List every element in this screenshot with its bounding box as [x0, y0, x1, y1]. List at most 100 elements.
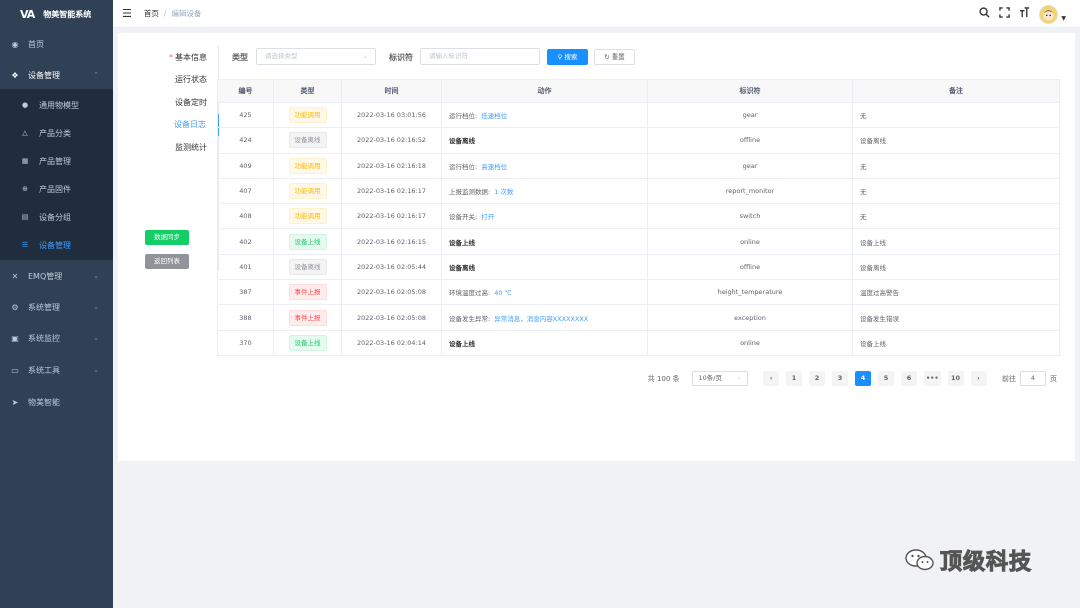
send-icon: ➤ — [11, 397, 19, 407]
breadcrumb-separator: / — [163, 9, 167, 18]
table-row: 407 功能调用 2022-03-16 02:16:17 上报监测数据: 1 次数 rep… — [217, 177, 1060, 205]
page-button[interactable]: 4 — [855, 371, 872, 386]
tab-monitor-stats[interactable]: 监测统计 — [141, 137, 218, 159]
required-mark: * — [169, 53, 173, 62]
identifier-input-placeholder: 请输入标识符 — [429, 52, 468, 60]
menu-item-wumei[interactable]: ➤ 物美智能 — [0, 387, 113, 417]
main-card: * 基本信息 运行状态 设备定时 设备日志 监测统计 数据同步 返回列表 类型 请… — [118, 33, 1075, 461]
page-button[interactable]: 10 — [947, 371, 964, 386]
menu-label: 设备管理 — [28, 70, 60, 80]
back-to-list-button[interactable]: 返回列表 — [145, 254, 189, 269]
cell-time: 2022-03-16 02:16:52 — [341, 127, 442, 154]
page-number-list: 1 2 3 4 5 6 ••• 10 — [783, 371, 967, 386]
cell-time: 2022-03-16 02:05:08 — [341, 304, 442, 331]
tab-running-status[interactable]: 运行状态 — [141, 69, 218, 91]
avatar[interactable] — [1039, 4, 1059, 24]
cross-icon: ✕ — [11, 271, 19, 281]
next-page-button[interactable]: › — [970, 371, 987, 386]
chevron-down-icon: ⌄ — [93, 366, 99, 374]
navbar-actions: ▼ — [979, 0, 1066, 28]
hamburger-icon[interactable]: ☰ — [122, 7, 132, 20]
submenu-item-thing-model[interactable]: ● 通用物模型 — [0, 91, 113, 119]
submenu-label: 产品分类 — [39, 128, 71, 138]
pagination: 共 100 条 10条/页 ⌄ ‹ 1 2 3 4 5 6 ••• 10 › 前往 4 页 — [648, 371, 1057, 386]
menu-item-system-monitor[interactable]: ▣ 系统监控 ⌄ — [0, 323, 113, 353]
logo[interactable]: VA 物美智能系统 — [0, 0, 113, 28]
submenu-item-product-firmware[interactable]: ⊕ 产品固件 — [0, 175, 113, 203]
tab-label: 基本信息 — [175, 53, 207, 62]
menu-item-home[interactable]: ◉ 首页 — [0, 29, 113, 59]
page-size-select[interactable]: 10条/页 ⌄ — [691, 371, 748, 386]
cell-id: 407 — [217, 177, 274, 205]
cell-id: 388 — [217, 304, 274, 331]
caret-down-icon[interactable]: ▼ — [1061, 15, 1066, 22]
chevron-down-icon: ⌄ — [93, 303, 99, 311]
cell-id: 402 — [217, 228, 274, 255]
action-value: 高速档位 — [481, 162, 508, 171]
cell-id: 409 — [217, 152, 274, 179]
cell-remark: 设备离线 — [852, 127, 1060, 154]
dashboard-icon: ◉ — [11, 39, 19, 49]
fullscreen-icon[interactable] — [999, 7, 1011, 21]
cell-action: 运行档位: 高速档位 — [441, 152, 648, 179]
reset-button[interactable]: ↻ 重置 — [594, 49, 635, 65]
submenu-item-device-list[interactable]: ☰ 设备管理 — [0, 231, 113, 259]
page-button[interactable]: ••• — [924, 371, 941, 386]
type-tag: 设备离线 — [288, 258, 327, 275]
action-text: 运行档位: — [449, 112, 478, 121]
menu-item-emq[interactable]: ✕ EMQ管理 ⌄ — [0, 261, 113, 291]
submenu-item-device-group[interactable]: ▤ 设备分组 — [0, 203, 113, 231]
identifier-input[interactable]: 请输入标识符 — [420, 48, 540, 65]
cell-id: 401 — [217, 253, 274, 281]
breadcrumb-home[interactable]: 首页 — [144, 8, 159, 19]
page-button[interactable]: 2 — [809, 371, 826, 386]
reset-button-label: 重置 — [611, 53, 625, 61]
pagination-total: 共 100 条 — [647, 374, 680, 383]
type-select-placeholder: 请选择类型 — [265, 52, 298, 60]
menu-item-device-management[interactable]: ❖ 设备管理 ⌃ — [0, 60, 113, 90]
search-icon[interactable] — [979, 7, 990, 21]
prev-page-button[interactable]: ‹ — [763, 371, 780, 386]
cell-action: 环境温度过高: 40 ℃ — [441, 279, 648, 306]
chevron-up-icon: ⌃ — [93, 71, 99, 79]
font-size-icon[interactable] — [1019, 7, 1030, 21]
breadcrumb-current: 编辑设备 — [171, 9, 202, 18]
page-button[interactable]: 3 — [832, 371, 849, 386]
data-sync-button[interactable]: 数据同步 — [145, 230, 189, 245]
cell-identifier: gear — [647, 101, 853, 129]
table-row: 424 设备离线 2022-03-16 02:16:52 设备离线 offline 设备离… — [217, 127, 1060, 154]
watermark: 顶级科技 — [904, 544, 1032, 576]
page-jump-input[interactable]: 4 — [1020, 371, 1046, 386]
menu-item-system-management[interactable]: ⚙ 系统管理 ⌄ — [0, 292, 113, 322]
tab-label: 监测统计 — [175, 143, 207, 152]
cell-type: 功能调用 — [273, 152, 342, 179]
menu-item-system-tools[interactable]: ▭ 系统工具 ⌄ — [0, 355, 113, 385]
cell-identifier: report_monitor — [647, 177, 853, 205]
tab-label: 设备日志 — [174, 120, 206, 129]
table-row: 370 设备上线 2022-03-16 02:04:14 设备上线 online 设备上线 — [217, 329, 1060, 356]
action-text: 设备开关: — [449, 213, 478, 222]
type-select[interactable]: 请选择类型 ⌄ — [256, 48, 376, 65]
menu-label: 系统监控 — [28, 333, 60, 343]
page-button[interactable]: 6 — [901, 371, 918, 386]
grid-icon: ▦ — [21, 157, 29, 165]
submenu-item-product-category[interactable]: △ 产品分类 — [0, 119, 113, 147]
tab-device-log[interactable]: 设备日志 — [142, 114, 219, 136]
search-button[interactable]: ⚲ 搜索 — [547, 49, 588, 65]
table-row: 387 事件上报 2022-03-16 02:05:08 环境温度过高: 40 ℃ hei… — [217, 279, 1060, 306]
page-button[interactable]: 1 — [786, 371, 803, 386]
tree-icon: △ — [22, 129, 28, 137]
cell-time: 2022-03-16 02:16:17 — [341, 203, 442, 230]
monitor-icon: ▣ — [11, 333, 19, 343]
column-header-type: 类型 — [273, 79, 342, 103]
cell-time: 2022-03-16 02:16:17 — [341, 177, 442, 205]
sidebar: VA 物美智能系统 ◉ 首页 ❖ 设备管理 ⌃ ● 通用物模型 △ 产品分类 ▦… — [0, 0, 113, 608]
tab-basic-info[interactable]: * 基本信息 — [141, 47, 218, 69]
table-row: 408 功能调用 2022-03-16 02:16:17 设备开关: 打开 switch 无 — [217, 203, 1060, 230]
tab-device-timer[interactable]: 设备定时 — [141, 92, 218, 114]
table-row: 401 设备离线 2022-03-16 02:05:44 设备离线 offline 设备离… — [217, 253, 1060, 281]
cell-action: 上报监测数据: 1 次数 — [441, 177, 648, 205]
column-header-id: 编号 — [217, 79, 274, 103]
submenu-item-product-management[interactable]: ▦ 产品管理 — [0, 147, 113, 175]
page-button[interactable]: 5 — [878, 371, 895, 386]
